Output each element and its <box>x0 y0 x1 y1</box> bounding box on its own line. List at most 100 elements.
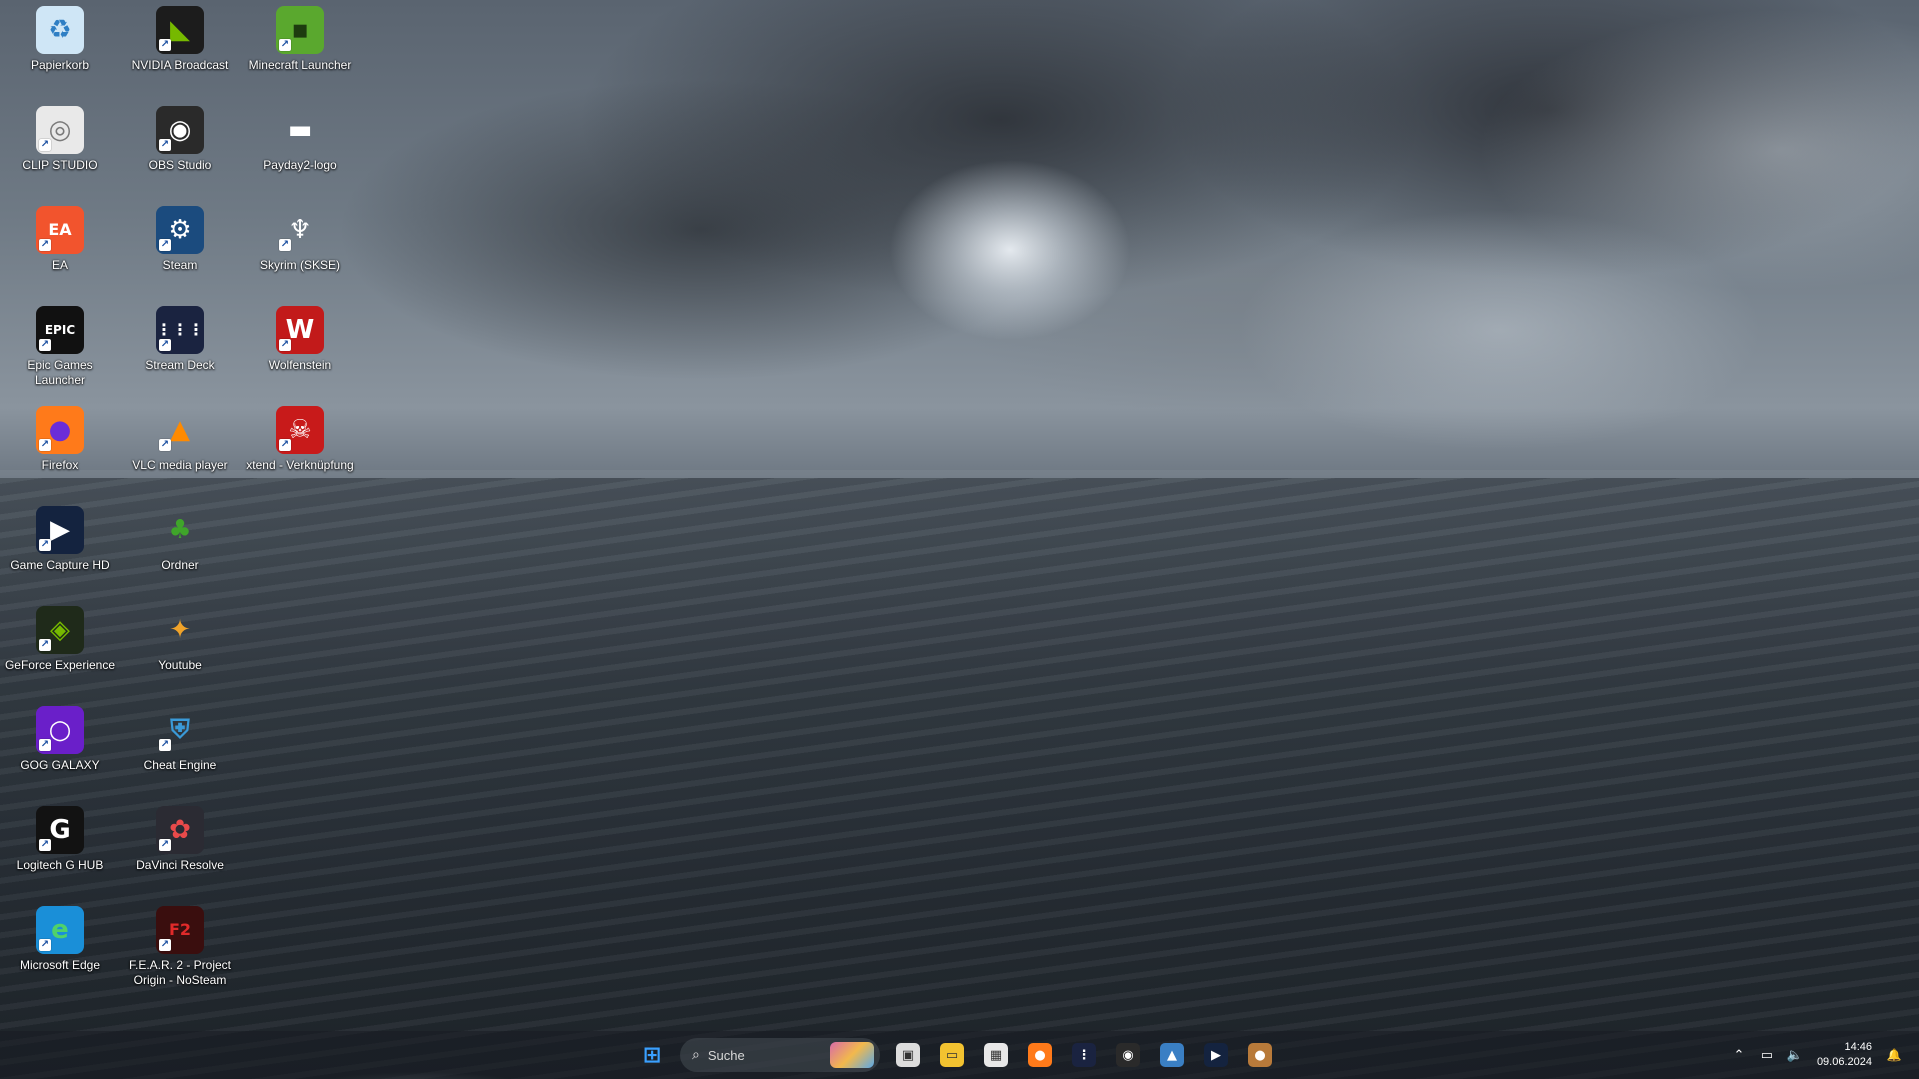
shortcut-arrow-icon: ↗ <box>159 139 171 151</box>
steam-icon: ⚙ ↗ <box>156 206 204 254</box>
icon-glyph: ▶ <box>50 515 70 545</box>
shortcut-arrow-icon: ↗ <box>39 539 51 551</box>
obs-studio-icon: ◉ <box>1116 1043 1140 1067</box>
clock-time: 14:46 <box>1844 1041 1872 1053</box>
payday2-icon: ▬ <box>276 106 324 154</box>
icon-glyph: ◎ <box>48 115 72 145</box>
desktop-icon-tree-folder[interactable]: ♣ Ordner <box>120 500 240 596</box>
desktop-icon-label: Stream Deck <box>145 358 215 372</box>
icon-glyph: ⚙ <box>168 215 192 245</box>
desktop-icon-label: Skyrim (SKSE) <box>259 258 340 272</box>
edge-icon: e ↗ <box>36 906 84 954</box>
skyrim-icon: ♆ ↗ <box>276 206 324 254</box>
desktop-icon-payday2[interactable]: ▬ Payday2-logo <box>240 100 360 196</box>
desktop-icon-wolfenstein[interactable]: W ↗ Wolfenstein <box>240 300 360 396</box>
desktop-icon-gog-galaxy[interactable]: ○ ↗ GOG GALAXY <box>0 700 120 796</box>
desktop-icon-youtube[interactable]: ✦ Youtube <box>120 600 240 696</box>
taskbar-stream-deck-button[interactable]: ⋮ <box>1064 1035 1104 1075</box>
game-capture-icon: ▶ ↗ <box>36 506 84 554</box>
shortcut-arrow-icon: ↗ <box>279 39 291 51</box>
app-avatar-icon: ● <box>1248 1043 1272 1067</box>
desktop-icon-label: Cheat Engine <box>143 758 217 772</box>
epic-games-icon: EPIC ↗ <box>36 306 84 354</box>
start-button[interactable]: ⊞ <box>632 1035 672 1075</box>
desktop-icon-fear2[interactable]: F2 ↗ F.E.A.R. 2 - Project Origin - NoSteam <box>120 900 240 996</box>
desktop-icon-epic-games[interactable]: EPIC ↗ Epic Games Launcher <box>0 300 120 396</box>
gog-galaxy-icon: ○ ↗ <box>36 706 84 754</box>
desktop-icon-cheat-engine[interactable]: ⛨ ↗ Cheat Engine <box>120 700 240 796</box>
desktop-icon-label: Minecraft Launcher <box>248 58 352 72</box>
youtube-icon: ✦ <box>156 606 204 654</box>
taskbar-app-list: ▣ ▭ ▦ ● ⋮ ◉ ▲ ▶ ● <box>886 1035 1282 1075</box>
desktop-icon-logitech-ghub[interactable]: G ↗ Logitech G HUB <box>0 800 120 896</box>
minecraft-icon: ▪ ↗ <box>276 6 324 54</box>
search-input[interactable] <box>705 1046 830 1064</box>
taskbar-game-capture-button[interactable]: ▶ <box>1196 1035 1236 1075</box>
shortcut-arrow-icon: ↗ <box>159 439 171 451</box>
search-icon: ⌕ <box>692 1047 700 1063</box>
taskbar-firefox-button[interactable]: ● <box>1020 1035 1060 1075</box>
desktop-icon-steam[interactable]: ⚙ ↗ Steam <box>120 200 240 296</box>
desktop-icon-davinci-resolve[interactable]: ✿ ↗ DaVinci Resolve <box>120 800 240 896</box>
desktop-icon-label: Steam <box>162 258 198 272</box>
system-tray: ⌃ ▭ 🔈 14:46 09.06.2024 🔔 <box>1725 1031 1919 1079</box>
desktop-icon-obs-studio[interactable]: ◉ ↗ OBS Studio <box>120 100 240 196</box>
search-highlight-image <box>830 1042 874 1068</box>
icon-glyph: ◣ <box>170 15 190 45</box>
taskbar-task-view-button[interactable]: ▣ <box>888 1035 928 1075</box>
taskbar-app-avatar-button[interactable]: ● <box>1240 1035 1280 1075</box>
taskbar-photos-button[interactable]: ▲ <box>1152 1035 1192 1075</box>
shortcut-arrow-icon: ↗ <box>39 239 51 251</box>
desktop-icon-geforce[interactable]: ◈ ↗ GeForce Experience <box>0 600 120 696</box>
stream-deck-icon: ⋮ <box>1072 1043 1096 1067</box>
windows-start-icon: ⊞ <box>642 1042 662 1068</box>
desktop-icon-xtend[interactable]: ☠ ↗ xtend - Verknüpfung <box>240 400 360 496</box>
xtend-icon: ☠ ↗ <box>276 406 324 454</box>
shortcut-arrow-icon: ↗ <box>39 739 51 751</box>
icon-glyph: ◈ <box>50 615 70 645</box>
desktop-icon-skyrim[interactable]: ♆ ↗ Skyrim (SKSE) <box>240 200 360 296</box>
desktop-icon-clip-studio[interactable]: ◎ ↗ CLIP STUDIO <box>0 100 120 196</box>
desktop-icon-label: Ordner <box>161 558 199 572</box>
icon-glyph: G <box>49 815 71 845</box>
microsoft-store-icon: ▦ <box>984 1043 1008 1067</box>
desktop-icon-nvidia-broadcast[interactable]: ◣ ↗ NVIDIA Broadcast <box>120 0 240 96</box>
notification-bell-icon[interactable]: 🔔 <box>1883 1039 1905 1071</box>
desktop-icon-game-capture[interactable]: ▶ ↗ Game Capture HD <box>0 500 120 596</box>
desktop-icon-label: OBS Studio <box>148 158 212 172</box>
nvidia-broadcast-icon: ◣ ↗ <box>156 6 204 54</box>
icon-glyph: ♻ <box>48 15 72 45</box>
icon-glyph: EPIC <box>44 323 76 337</box>
taskbar-microsoft-store-button[interactable]: ▦ <box>976 1035 1016 1075</box>
desktop-icon-label: EA <box>51 258 68 272</box>
desktop-icon-ea[interactable]: EA ↗ EA <box>0 200 120 296</box>
desktop[interactable]: ♻ Papierkorb ◣ ↗ NVIDIA Broadcast ▪ ↗ Minecraft… <box>0 0 1919 1079</box>
tray-overflow-chevron-icon[interactable]: ⌃ <box>1728 1039 1750 1071</box>
desktop-icon-label: DaVinci Resolve <box>136 858 224 872</box>
desktop-icon-minecraft[interactable]: ▪ ↗ Minecraft Launcher <box>240 0 360 96</box>
search-box[interactable]: ⌕ <box>680 1038 880 1072</box>
davinci-resolve-icon: ✿ ↗ <box>156 806 204 854</box>
network-icon[interactable]: ▭ <box>1756 1039 1778 1071</box>
desktop-icon-stream-deck[interactable]: ⋮⋮⋮ ↗ Stream Deck <box>120 300 240 396</box>
taskbar-center: ⊞ ⌕ ▣ ▭ ▦ ● ⋮ ◉ ▲ ▶ ● <box>630 1031 1282 1079</box>
firefox-icon: ● <box>1028 1043 1052 1067</box>
desktop-icon-recycle-bin[interactable]: ♻ Papierkorb <box>0 0 120 96</box>
desktop-icon-label: Papierkorb <box>30 58 90 72</box>
icon-glyph: ▬ <box>287 115 313 145</box>
desktop-icon-label: xtend - Verknüpfung <box>246 458 354 472</box>
shortcut-arrow-icon: ↗ <box>159 739 171 751</box>
desktop-icon-vlc[interactable]: ▲ ↗ VLC media player <box>120 400 240 496</box>
shortcut-arrow-icon: ↗ <box>39 939 51 951</box>
icon-glyph: ◉ <box>168 115 192 145</box>
clock[interactable]: 14:46 09.06.2024 <box>1809 1035 1880 1075</box>
taskbar-file-explorer-button[interactable]: ▭ <box>932 1035 972 1075</box>
desktop-icon-edge[interactable]: e ↗ Microsoft Edge <box>0 900 120 996</box>
task-view-icon: ▣ <box>896 1043 920 1067</box>
tree-folder-icon: ♣ <box>156 506 204 554</box>
taskbar-obs-studio-button[interactable]: ◉ <box>1108 1035 1148 1075</box>
volume-icon[interactable]: 🔈 <box>1784 1039 1806 1071</box>
desktop-icon-firefox[interactable]: ● ↗ Firefox <box>0 400 120 496</box>
icon-glyph: ⛨ <box>170 715 190 745</box>
desktop-icon-label: Microsoft Edge <box>19 958 101 972</box>
